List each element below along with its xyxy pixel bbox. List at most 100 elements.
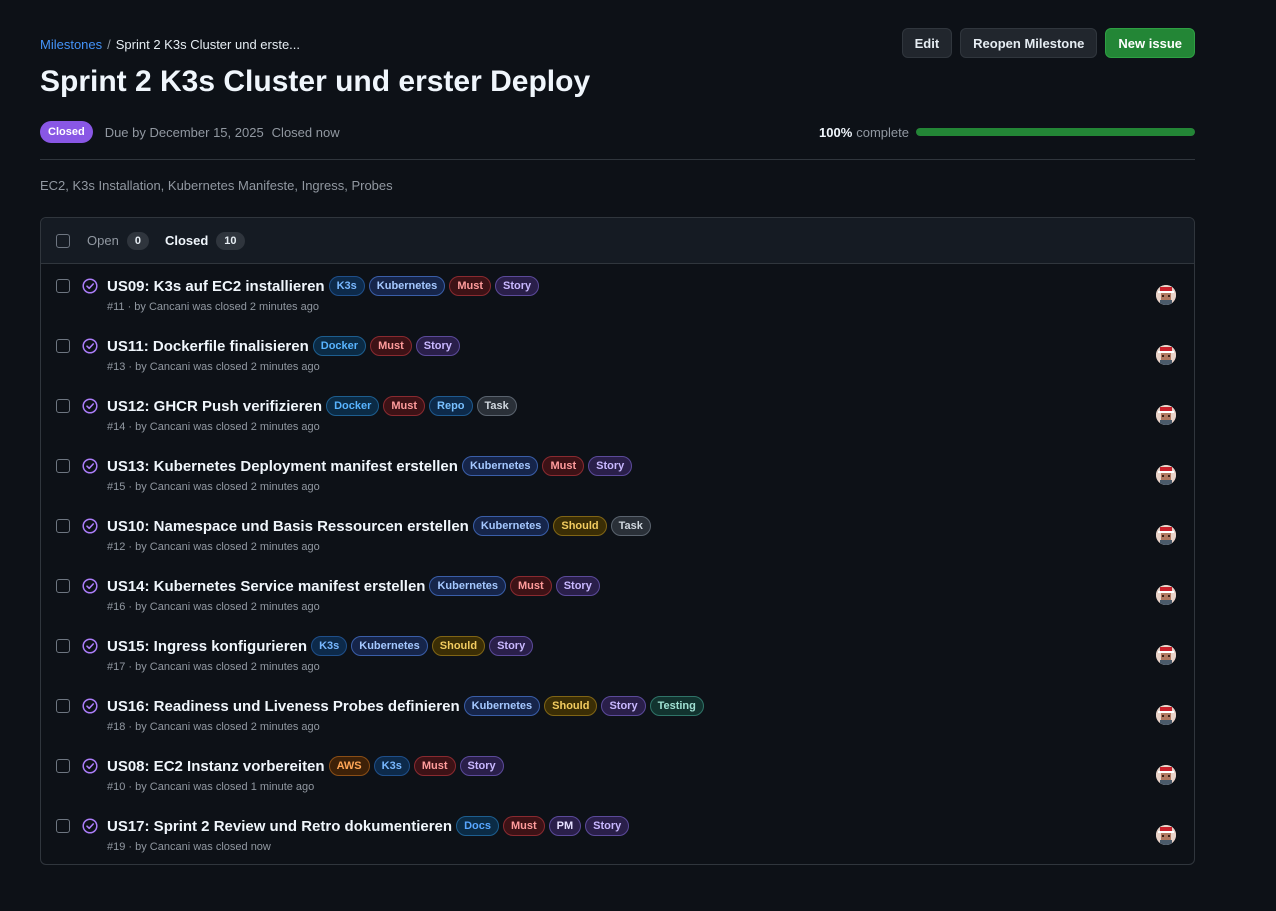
issue-title-link[interactable]: US14: Kubernetes Service manifest erstel…	[107, 578, 425, 595]
issue-checkbox[interactable]	[56, 459, 70, 473]
tab-closed[interactable]: Closed 10	[165, 231, 245, 250]
breadcrumb-milestones-link[interactable]: Milestones	[40, 37, 102, 52]
issue-checkbox[interactable]	[56, 399, 70, 413]
issue-label[interactable]: K3s	[311, 636, 348, 656]
issue-title-link[interactable]: US17: Sprint 2 Review und Retro dokument…	[107, 818, 452, 835]
issue-row[interactable]: US16: Readiness und Liveness Probes defi…	[41, 684, 1194, 744]
issue-checkbox[interactable]	[56, 579, 70, 593]
issue-label[interactable]: Should	[431, 636, 486, 656]
issue-meta: #18 · by Cancani was closed 2 minutes ag…	[107, 721, 320, 733]
issue-label[interactable]: Docker	[326, 396, 380, 416]
closed-time: Closed now	[271, 124, 340, 140]
issue-label[interactable]: Must	[449, 276, 491, 296]
assignee-avatar[interactable]	[1156, 585, 1176, 605]
select-all-checkbox[interactable]	[56, 233, 70, 248]
issue-row[interactable]: US10: Namespace und Basis Ressourcen ers…	[41, 504, 1194, 564]
edit-button[interactable]: Edit	[901, 28, 953, 58]
issue-row[interactable]: US13: Kubernetes Deployment manifest ers…	[41, 444, 1194, 504]
issue-label[interactable]: Docker	[312, 336, 367, 356]
issue-label[interactable]: Story	[601, 696, 646, 716]
issue-label[interactable]: Must	[542, 456, 585, 476]
issue-label[interactable]: Repo	[429, 396, 473, 416]
issue-label[interactable]: Story	[459, 756, 504, 776]
issue-title-line: US15: Ingress konfigurieren K3s Kubernetes…	[107, 636, 534, 656]
issue-label[interactable]: Must	[510, 576, 552, 596]
issue-title-link[interactable]: US11: Dockerfile finalisieren	[107, 338, 309, 355]
issue-label[interactable]: Task	[610, 516, 651, 536]
issue-title-line: US14: Kubernetes Service manifest erstel…	[107, 576, 600, 596]
assignee-avatar[interactable]	[1156, 645, 1176, 665]
issue-meta: #10 · by Cancani was closed 1 minute ago	[107, 781, 315, 793]
issue-title-link[interactable]: US12: GHCR Push verifizieren	[107, 398, 322, 415]
issue-label[interactable]: AWS	[328, 756, 370, 776]
issue-label[interactable]: Kubernetes	[472, 516, 550, 536]
issue-label[interactable]: Kubernetes	[461, 456, 539, 476]
issue-label[interactable]: Must	[502, 816, 545, 836]
issue-row[interactable]: US15: Ingress konfigurieren K3s Kubernetes…	[41, 624, 1194, 684]
assignee-avatar[interactable]	[1156, 765, 1176, 785]
issue-row[interactable]: US09: K3s auf EC2 installieren K3s Kuberne…	[41, 264, 1194, 324]
issue-checkbox[interactable]	[56, 819, 70, 833]
issue-label[interactable]: Should	[544, 696, 598, 716]
issue-label[interactable]: PM	[548, 816, 582, 836]
issue-label[interactable]: Docs	[456, 816, 499, 836]
breadcrumb-separator: /	[107, 37, 111, 52]
milestone-page: Milestones / Sprint 2 K3s Cluster und erst…	[40, 28, 1195, 865]
new-issue-button[interactable]: New issue	[1105, 28, 1195, 58]
reopen-milestone-button[interactable]: Reopen Milestone	[960, 28, 1098, 58]
issue-label[interactable]: Kubernetes	[429, 576, 507, 596]
closed-issue-icon	[82, 338, 98, 354]
issue-checkbox[interactable]	[56, 519, 70, 533]
issue-label[interactable]: Must	[383, 396, 426, 416]
issue-checkbox[interactable]	[56, 339, 70, 353]
assignee-avatar[interactable]	[1156, 285, 1176, 305]
issue-label[interactable]: Task	[476, 396, 517, 416]
progress-bar	[916, 128, 1195, 136]
issue-checkbox[interactable]	[56, 639, 70, 653]
issue-label[interactable]: Kubernetes	[351, 636, 428, 656]
issue-label[interactable]: Story	[494, 276, 540, 296]
milestone-description: EC2, K3s Installation, Kubernetes Manife…	[40, 178, 393, 193]
issue-row[interactable]: US08: EC2 Instanz vorbereiten AWS K3s Must S…	[41, 744, 1194, 804]
assignee-avatar[interactable]	[1156, 345, 1176, 365]
issue-title-link[interactable]: US08: EC2 Instanz vorbereiten	[107, 758, 325, 775]
issue-label[interactable]: Must	[370, 336, 412, 356]
assignee-avatar[interactable]	[1156, 825, 1176, 845]
issue-label[interactable]: Story	[588, 456, 633, 476]
issue-title-link[interactable]: US13: Kubernetes Deployment manifest ers…	[107, 458, 458, 475]
avatar-image	[1156, 345, 1176, 365]
assignee-avatar[interactable]	[1156, 525, 1176, 545]
header-bar: Milestones / Sprint 2 K3s Cluster und erst…	[40, 28, 1195, 58]
issue-meta: #13 · by Cancani was closed 2 minutes ag…	[107, 361, 320, 373]
issue-title-line: US10: Namespace und Basis Ressourcen ers…	[107, 516, 651, 536]
issue-label[interactable]: Testing	[649, 696, 704, 716]
issue-label[interactable]: Story	[555, 576, 600, 596]
issue-label[interactable]: Story	[415, 336, 460, 356]
assignee-avatar[interactable]	[1156, 405, 1176, 425]
issue-label[interactable]: Kubernetes	[463, 696, 541, 716]
issue-label[interactable]: Should	[553, 516, 607, 536]
issue-title-link[interactable]: US09: K3s auf EC2 installieren	[107, 278, 325, 295]
issue-title-line: US08: EC2 Instanz vorbereiten AWS K3s Must S…	[107, 756, 504, 776]
issue-row[interactable]: US14: Kubernetes Service manifest erstel…	[41, 564, 1194, 624]
issue-title-link[interactable]: US15: Ingress konfigurieren	[107, 638, 307, 655]
issue-title-link[interactable]: US16: Readiness und Liveness Probes defi…	[107, 698, 460, 715]
issue-checkbox[interactable]	[56, 699, 70, 713]
issue-label[interactable]: Story	[585, 816, 630, 836]
avatar-image	[1156, 825, 1176, 845]
issue-row[interactable]: US12: GHCR Push verifizieren Docker Must Re…	[41, 384, 1194, 444]
assignee-avatar[interactable]	[1156, 465, 1176, 485]
issue-label[interactable]: Must	[413, 756, 456, 776]
issue-row[interactable]: US17: Sprint 2 Review und Retro dokument…	[41, 804, 1194, 864]
issue-row[interactable]: US11: Dockerfile finalisieren Docker Must S…	[41, 324, 1194, 384]
issue-title-link[interactable]: US10: Namespace und Basis Ressourcen ers…	[107, 518, 469, 535]
issue-label[interactable]: K3s	[328, 276, 365, 296]
assignee-avatar[interactable]	[1156, 705, 1176, 725]
issue-label[interactable]: K3s	[373, 756, 410, 776]
issue-label[interactable]: Story	[489, 636, 534, 656]
issue-checkbox[interactable]	[56, 759, 70, 773]
breadcrumb-current: Sprint 2 K3s Cluster und erste...	[115, 37, 301, 52]
issue-label[interactable]: Kubernetes	[368, 276, 446, 296]
issue-checkbox[interactable]	[56, 279, 70, 293]
tab-open[interactable]: Open 0	[87, 231, 149, 250]
